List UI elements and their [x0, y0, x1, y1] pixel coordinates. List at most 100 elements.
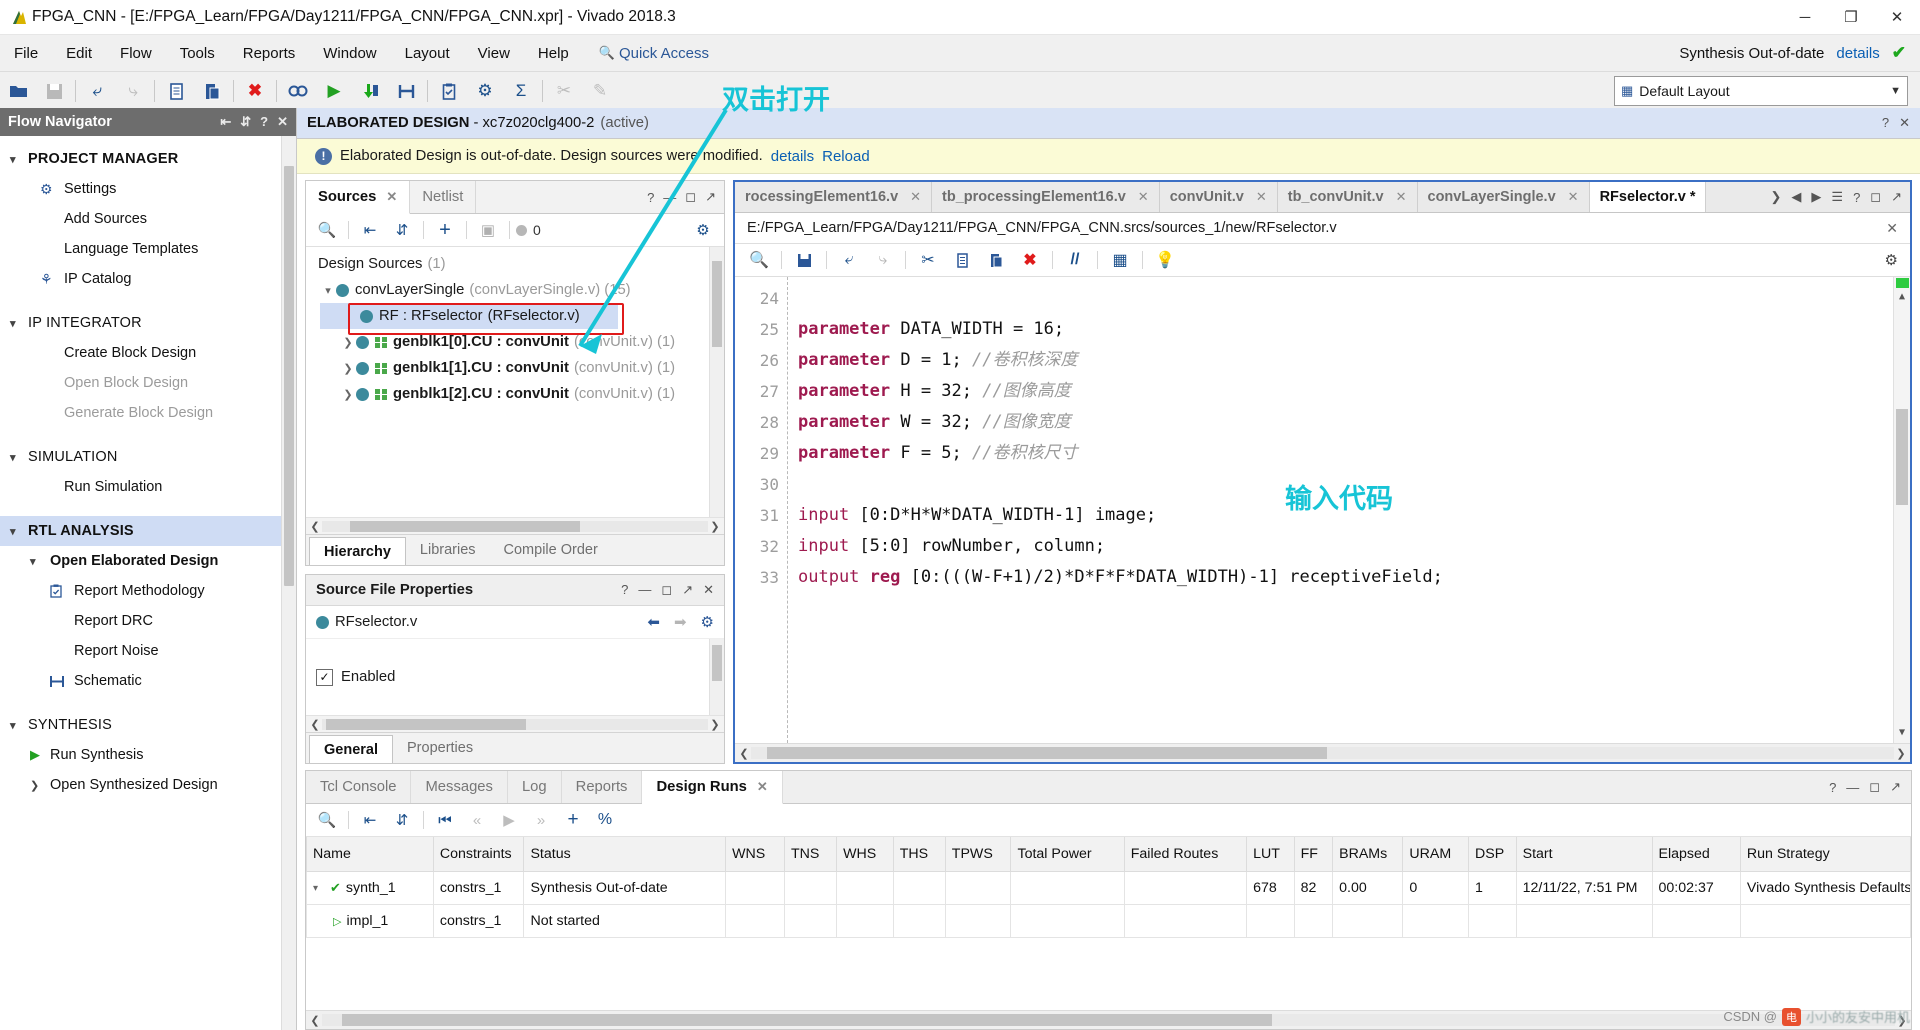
col-name[interactable]: Name	[306, 837, 434, 872]
gear-icon[interactable]: ⚙	[1885, 252, 1898, 269]
open-folder-icon[interactable]	[0, 74, 36, 108]
help-icon[interactable]: ?	[1882, 115, 1889, 131]
delete-icon[interactable]: ✖	[1014, 247, 1046, 273]
close-icon[interactable]: ✕	[277, 114, 288, 130]
flownav-group-project-manager[interactable]: ▾ PROJECT MANAGER	[0, 144, 296, 174]
float-icon[interactable]: ↗	[705, 189, 716, 205]
float-icon[interactable]: ↗	[1891, 189, 1902, 205]
editor-tab-tb-processingelement16[interactable]: tb_processingElement16.v ✕	[932, 182, 1160, 212]
menu-view[interactable]: View	[464, 41, 524, 66]
sidebar-item-report-methodology[interactable]: Report Methodology	[0, 576, 296, 606]
tab-libraries[interactable]: Libraries	[406, 535, 490, 565]
report-icon[interactable]	[431, 74, 467, 108]
editor-settings[interactable]: ⚙	[1885, 251, 1902, 269]
col-dsp[interactable]: DSP	[1468, 837, 1517, 872]
design-runs-hscrollbar[interactable]: ❮ ❯	[306, 1010, 1911, 1029]
tree-row-design-sources[interactable]: Design Sources (1)	[306, 251, 724, 277]
quick-access-input[interactable]: 🔍 Quick Access	[599, 45, 779, 62]
sidebar-item-run-synthesis[interactable]: ▶ Run Synthesis	[0, 740, 296, 770]
cut-icon[interactable]: ✂	[912, 247, 944, 273]
code-lines[interactable]: parameter DATA_WIDTH = 16; parameter D =…	[788, 277, 1910, 743]
scroll-left-icon[interactable]: ❮	[308, 1014, 322, 1027]
maximize-icon[interactable]: ◻	[1870, 189, 1881, 205]
close-icon[interactable]: ✕	[1138, 189, 1149, 205]
comment-icon[interactable]: //	[1059, 247, 1091, 273]
close-icon[interactable]: ✕	[386, 189, 397, 205]
download-icon[interactable]	[352, 74, 388, 108]
maximize-button[interactable]: ❐	[1828, 0, 1874, 34]
tree-row-genblk0[interactable]: ❯ genblk1[0].CU : convUnit (convUnit.v) …	[306, 329, 724, 355]
help-icon[interactable]: ?	[260, 114, 268, 130]
col-brams[interactable]: BRAMs	[1332, 837, 1404, 872]
maximize-icon[interactable]: ◻	[661, 582, 672, 598]
tree-row-genblk1[interactable]: ❯ genblk1[1].CU : convUnit (convUnit.v) …	[306, 355, 724, 381]
maximize-icon[interactable]: ◻	[685, 189, 696, 205]
undo-icon[interactable]: ⤶	[79, 74, 115, 108]
chevron-right-icon[interactable]: ❯	[340, 388, 356, 401]
cell-name[interactable]: ▷ impl_1	[306, 904, 434, 938]
tab-reports[interactable]: Reports	[562, 771, 643, 803]
editor-tab-rfselector[interactable]: RFselector.v *	[1589, 182, 1707, 212]
search-icon[interactable]	[280, 74, 316, 108]
synthesis-details-link[interactable]: details	[1836, 45, 1879, 62]
tab-list-icon[interactable]: ☰	[1831, 189, 1843, 205]
sfp-hscrollbar[interactable]: ❮ ❯	[306, 715, 724, 732]
percent-icon[interactable]: %	[590, 807, 620, 833]
menu-reports[interactable]: Reports	[229, 41, 310, 66]
code-line[interactable]: input [0:D*H*W*DATA_WIDTH-1] image;	[798, 500, 1910, 531]
code-line[interactable]: output reg [0:(((W-F+1)/2)*D*F*F*DATA_WI…	[798, 562, 1910, 593]
sum-icon[interactable]: Σ	[503, 74, 539, 108]
tree-row-rfselector[interactable]: RF : RFselector (RFselector.v)	[320, 303, 618, 329]
tab-compile-order[interactable]: Compile Order	[490, 535, 612, 565]
undo-icon[interactable]: ⤶	[833, 247, 865, 273]
menu-help[interactable]: Help	[524, 41, 583, 66]
code-line[interactable]	[798, 469, 1910, 500]
tab-log[interactable]: Log	[508, 771, 562, 803]
gear-icon[interactable]: ⚙	[688, 217, 718, 243]
table-row[interactable]: ▷ impl_1 constrs_1 Not started	[306, 904, 1911, 938]
close-icon[interactable]: ✕	[910, 189, 921, 205]
scroll-left-icon[interactable]: ❮	[308, 718, 322, 731]
sidebar-item-open-synthesized-design[interactable]: ❯ Open Synthesized Design	[0, 770, 296, 800]
next-tab-icon[interactable]: ▶	[1811, 189, 1821, 205]
columns-icon[interactable]: ▦	[1104, 247, 1136, 273]
menu-file[interactable]: File	[0, 41, 52, 66]
col-status[interactable]: Status	[523, 837, 727, 872]
code-area[interactable]: 24 25 26 27 28 29 30 31 32 33 parameter …	[735, 277, 1910, 743]
code-line[interactable]: parameter DATA_WIDTH = 16;	[798, 314, 1910, 345]
save-icon[interactable]	[788, 247, 820, 273]
tree-row-convlayersingle[interactable]: ▾ convLayerSingle (convLayerSingle.v) (1…	[306, 277, 724, 303]
expand-all-icon[interactable]: ⇵	[387, 807, 417, 833]
search-icon[interactable]: 🔍	[743, 247, 775, 273]
paste-icon[interactable]	[194, 74, 230, 108]
close-icon[interactable]: ✕	[1568, 189, 1579, 205]
minimize-button[interactable]: ─	[1782, 0, 1828, 34]
tab-design-runs[interactable]: Design Runs ✕	[642, 771, 783, 804]
collapse-all-icon[interactable]: ⇤	[220, 114, 231, 130]
editor-tab-tb-convunit[interactable]: tb_convUnit.v ✕	[1278, 182, 1418, 212]
col-elapsed[interactable]: Elapsed	[1651, 837, 1741, 872]
minimize-icon[interactable]: —	[663, 190, 676, 205]
menu-edit[interactable]: Edit	[52, 41, 106, 66]
layout-selector[interactable]: ▦ Default Layout ▼	[1614, 76, 1908, 106]
col-lut[interactable]: LUT	[1246, 837, 1295, 872]
sidebar-item-run-simulation[interactable]: Run Simulation	[0, 472, 296, 502]
chevron-down-icon[interactable]: ▾	[320, 284, 336, 297]
tab-netlist[interactable]: Netlist	[410, 181, 477, 213]
collapse-all-icon[interactable]: ⇤	[355, 807, 385, 833]
tab-tcl-console[interactable]: Tcl Console	[306, 771, 412, 803]
help-icon[interactable]: ?	[1829, 780, 1836, 795]
col-run-strategy[interactable]: Run Strategy	[1739, 837, 1911, 872]
expand-all-icon[interactable]: ⇵	[387, 217, 417, 243]
close-icon[interactable]: ✕	[1396, 189, 1407, 205]
float-icon[interactable]: ↗	[1890, 779, 1901, 795]
sfp-scrollbar[interactable]	[709, 639, 724, 715]
scroll-down-icon[interactable]: ▼	[1894, 727, 1910, 743]
sources-hscrollbar[interactable]: ❮ ❯	[306, 517, 724, 534]
col-whs[interactable]: WHS	[836, 837, 894, 872]
sidebar-item-report-noise[interactable]: Report Noise	[0, 636, 296, 666]
close-button[interactable]: ✕	[1874, 0, 1920, 34]
close-icon[interactable]: ✕	[1256, 189, 1267, 205]
col-tpws[interactable]: TPWS	[944, 837, 1012, 872]
expand-all-icon[interactable]: ⇵	[240, 114, 251, 130]
